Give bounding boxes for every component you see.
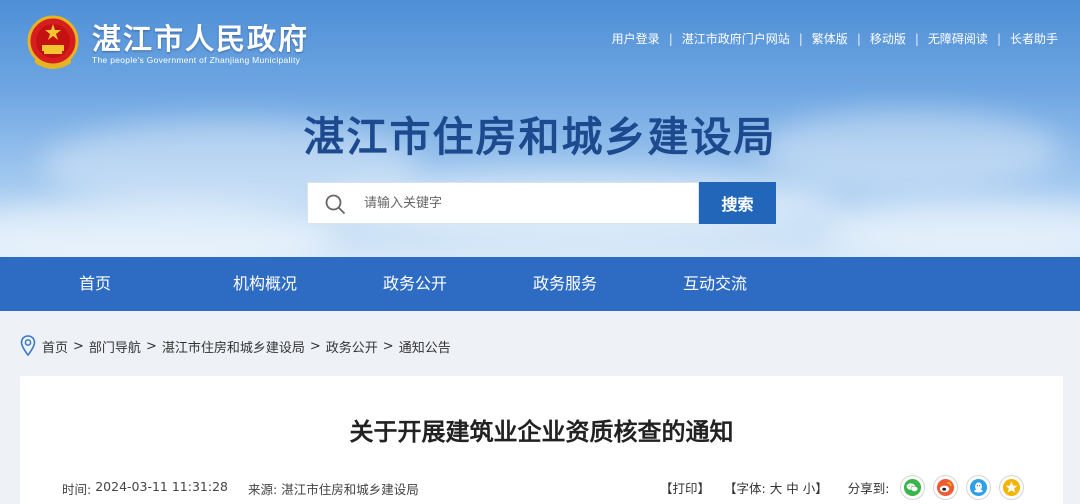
- breadcrumb: 首页 > 部门导航 > 湛江市住房和城乡建设局 > 政务公开 > 通知公告: [20, 335, 451, 357]
- nav-item-about[interactable]: 机构概况: [190, 257, 340, 311]
- article-tools: 【打印】 【字体: 大 中 小 】 分享到:: [660, 475, 1032, 500]
- breadcrumb-gov-info[interactable]: 政务公开: [326, 337, 378, 356]
- gov-name[interactable]: 湛江市人民政府: [92, 16, 309, 58]
- font-size-prefix: 【字体:: [724, 481, 766, 496]
- article-panel: 关于开展建筑业企业资质核查的通知 时间: 2024-03-11 11:31:28…: [20, 376, 1063, 504]
- font-medium-button[interactable]: 中: [786, 478, 799, 497]
- portal-link[interactable]: 湛江市政府门户网站: [682, 30, 790, 47]
- weibo-icon[interactable]: [932, 475, 958, 500]
- search-box: [307, 182, 699, 224]
- nav-item-home[interactable]: 首页: [0, 257, 190, 311]
- print-button[interactable]: 【打印】: [660, 478, 710, 497]
- login-link[interactable]: 用户登录: [612, 30, 660, 47]
- top-links: 用户登录 | 湛江市政府门户网站 | 繁体版 | 移动版 | 无障碍阅读 | 长…: [611, 30, 1058, 47]
- article-source: 湛江市住房和城乡建设局: [281, 482, 419, 497]
- article-title: 关于开展建筑业企业资质核查的通知: [349, 418, 734, 446]
- qq-icon[interactable]: [965, 475, 991, 500]
- elder-assistant-link[interactable]: 长者助手: [1010, 30, 1058, 47]
- national-emblem-icon[interactable]: [27, 15, 79, 69]
- accessibility-link[interactable]: 无障碍阅读: [928, 30, 988, 47]
- search-input[interactable]: [364, 183, 694, 223]
- source-label: 来源:: [247, 482, 278, 497]
- font-large-button[interactable]: 大: [770, 478, 783, 497]
- breadcrumb-home[interactable]: 首页: [42, 337, 68, 356]
- mobile-version-link[interactable]: 移动版: [870, 30, 906, 47]
- gov-name-english: The people's Government of Zhanjiang Mun…: [92, 55, 301, 65]
- publish-time: 2024-03-11 11:31:28: [95, 479, 228, 494]
- breadcrumb-notices[interactable]: 通知公告: [399, 337, 451, 356]
- share-label: 分享到:: [847, 481, 890, 496]
- font-size-suffix: 】: [815, 481, 828, 496]
- main-nav: 首页 机构概况 政务公开 政务服务 互动交流: [0, 257, 1080, 311]
- traditional-chinese-link[interactable]: 繁体版: [812, 30, 848, 47]
- department-title: 湛江市住房和城乡建设局: [303, 113, 777, 161]
- nav-item-gov-info[interactable]: 政务公开: [340, 257, 490, 311]
- search-icon: [325, 194, 345, 214]
- article-meta: 时间: 2024-03-11 11:31:28 来源: 湛江市住房和城乡建设局: [62, 479, 419, 498]
- breadcrumb-dept-nav[interactable]: 部门导航: [89, 337, 141, 356]
- location-pin-icon: [20, 335, 36, 357]
- font-small-button[interactable]: 小: [803, 478, 816, 497]
- nav-item-interaction[interactable]: 互动交流: [640, 257, 790, 311]
- site-header: 湛江市人民政府 The people's Government of Zhanj…: [0, 0, 1080, 257]
- breadcrumb-department[interactable]: 湛江市住房和城乡建设局: [162, 337, 305, 356]
- nav-item-gov-services[interactable]: 政务服务: [490, 257, 640, 311]
- search-button[interactable]: 搜索: [699, 182, 776, 224]
- time-label: 时间:: [62, 482, 92, 497]
- wechat-icon[interactable]: [899, 475, 925, 500]
- qzone-icon[interactable]: [998, 475, 1024, 500]
